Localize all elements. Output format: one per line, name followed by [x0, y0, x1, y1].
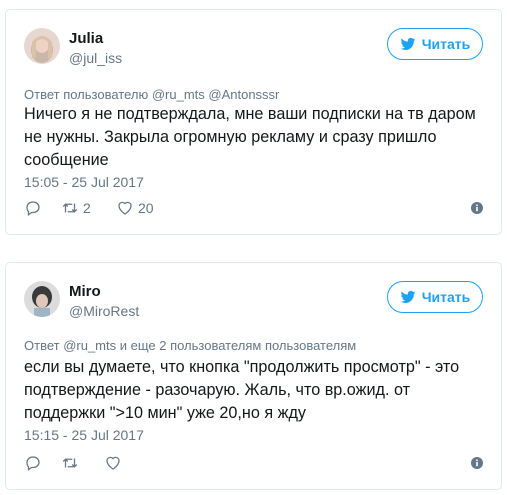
twitter-bird-icon [400, 290, 416, 303]
retweet-button[interactable]: 2 [61, 198, 91, 218]
user-handle[interactable]: @MiroRest [69, 303, 139, 319]
reply-button[interactable] [24, 453, 42, 473]
twitter-bird-icon [400, 37, 416, 50]
heart-icon [118, 201, 132, 215]
retweet-icon [62, 458, 78, 468]
avatar[interactable] [24, 28, 60, 64]
tweet-card: Miro @MiroRest Читать Ответ @ru_mts и ещ… [5, 262, 502, 490]
user-name[interactable]: Miro [69, 283, 101, 300]
avatar[interactable] [24, 281, 60, 317]
info-icon [471, 202, 483, 214]
follow-label: Читать [421, 36, 471, 52]
follow-button[interactable]: Читать [387, 281, 483, 313]
tweet-text: если вы думаете, что кнопка "продолжить … [24, 358, 460, 422]
retweet-icon [62, 203, 78, 213]
info-button[interactable] [471, 198, 483, 218]
tweet-actions [24, 453, 483, 473]
tweet-timestamp[interactable]: 15:15 - 25 Jul 2017 [24, 427, 144, 443]
like-button[interactable]: 20 [116, 198, 154, 218]
heart-icon [106, 456, 120, 470]
like-count: 20 [138, 200, 154, 216]
info-icon [471, 457, 483, 469]
follow-label: Читать [421, 289, 471, 305]
like-button[interactable] [104, 453, 126, 473]
info-button[interactable] [471, 453, 483, 473]
follow-button[interactable]: Читать [387, 28, 483, 60]
user-handle[interactable]: @jul_iss [69, 50, 122, 66]
tweet-timestamp[interactable]: 15:05 - 25 Jul 2017 [24, 174, 144, 190]
tweet-card: Julia @jul_iss Читать Ответ пользователю… [5, 9, 502, 235]
reply-icon [26, 201, 40, 217]
user-name[interactable]: Julia [69, 30, 103, 47]
retweet-button[interactable] [61, 453, 83, 473]
reply-icon [26, 456, 40, 472]
reply-context: Ответ пользователю @ru_mts @Antonsssr [24, 87, 280, 102]
reply-button[interactable] [24, 198, 42, 218]
retweet-count: 2 [83, 200, 91, 216]
tweet-text: Ничего я не подтверждала, мне ваши подпи… [24, 105, 476, 169]
tweet-actions: 2 20 [24, 198, 483, 218]
reply-context: Ответ @ru_mts и еще 2 пользователям поль… [24, 338, 357, 353]
